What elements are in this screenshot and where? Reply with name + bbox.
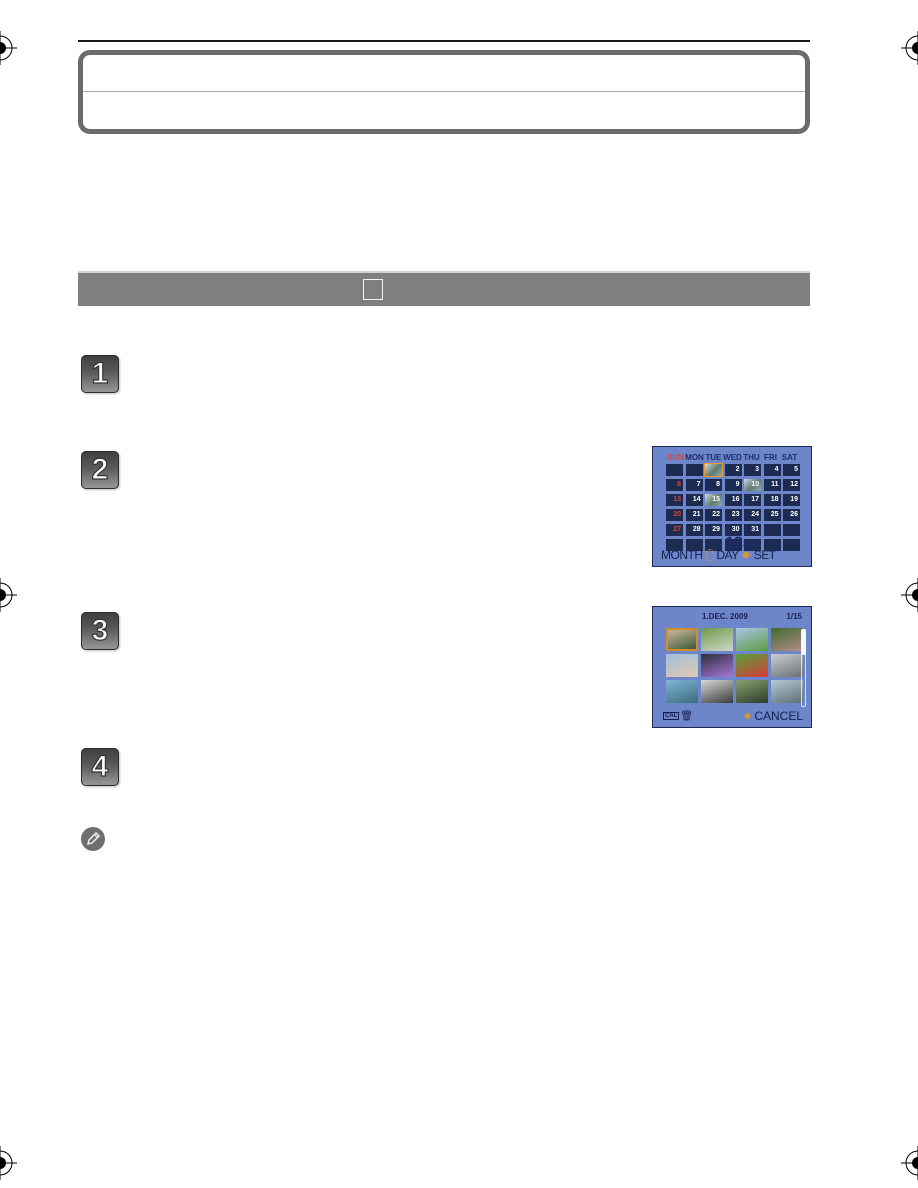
weekday-header: SUN MON TUE WED THU FRI SAT	[666, 453, 803, 462]
step-1-icon: 1	[81, 355, 119, 393]
calendar-day[interactable]: 8	[705, 479, 722, 491]
thumbnail-woman-hat[interactable]	[736, 680, 768, 703]
step-1-number: 1	[91, 357, 109, 390]
thumbnail-woman-portrait[interactable]	[666, 628, 698, 651]
calendar-day[interactable]: 2	[724, 464, 742, 476]
weekday-tue: TUE	[705, 453, 722, 462]
calendar-day[interactable]: 15	[705, 494, 722, 506]
set-label: SET	[753, 548, 776, 562]
step-3-icon: 3	[81, 612, 119, 650]
registration-mark-mid-left	[0, 578, 17, 612]
calendar-empty-cell	[763, 524, 781, 536]
calendar-empty-cell	[783, 524, 800, 536]
calendar-day[interactable]: 3	[744, 464, 761, 476]
calendar-empty-cell	[783, 539, 800, 551]
calendar-day[interactable]: 24	[744, 509, 761, 521]
calendar-day[interactable]: 20	[666, 509, 683, 521]
thumbnail-coast-walk[interactable]	[771, 680, 803, 703]
weekday-fri: FRI	[764, 453, 777, 462]
scrollbar[interactable]	[801, 629, 806, 707]
thumbnail-screen: 1.DEC. 2009 1/15 CAL 🗑 CANCEL	[652, 606, 812, 728]
set-button-icon	[739, 551, 752, 559]
thumbnail-lake-shore[interactable]	[771, 654, 803, 677]
calendar-day[interactable]: 4	[763, 464, 781, 476]
playback-mode-icon	[363, 279, 383, 300]
header-rule	[78, 40, 810, 42]
calendar-empty-cell	[685, 464, 703, 476]
thumbnail-date: 1.DEC. 2009	[702, 612, 748, 621]
calendar-day[interactable]: 18	[763, 494, 781, 506]
step-2-number: 2	[91, 453, 109, 486]
weekday-sat: SAT	[781, 453, 798, 462]
calendar-day[interactable]: 12	[783, 479, 800, 491]
weekday-wed: WED	[723, 453, 742, 462]
calendar-day[interactable]: 9	[724, 479, 742, 491]
calendar-footer: MONTH DAY SET	[661, 548, 776, 562]
calendar-day[interactable]: 19	[783, 494, 800, 506]
section-banner	[78, 271, 810, 306]
thumbnail-girl-garden[interactable]	[771, 628, 803, 651]
day-label: DAY	[716, 548, 740, 562]
calendar-day[interactable]: 23	[724, 509, 742, 521]
calendar-day[interactable]: 13	[666, 494, 683, 506]
calendar-day[interactable]: 16	[724, 494, 742, 506]
thumbnail-beach-people[interactable]	[666, 680, 698, 703]
calendar-day[interactable]: 26	[783, 509, 800, 521]
registration-mark-bottom-right	[901, 1146, 918, 1180]
registration-mark-top-left	[0, 31, 17, 65]
thumbnail-grid	[666, 628, 803, 703]
calendar-badge-icon: CAL	[663, 712, 680, 720]
calendar-day[interactable]	[704, 463, 723, 477]
thumbnail-purple-flower[interactable]	[701, 654, 733, 677]
registration-mark-mid-right	[901, 578, 918, 612]
step-3-number: 3	[91, 614, 109, 647]
title-box	[78, 50, 810, 134]
calendar-day[interactable]: 28	[685, 524, 703, 536]
cancel-label: CANCEL	[754, 709, 803, 723]
calendar-day[interactable]: 31	[744, 524, 761, 536]
month-label: MONTH	[661, 548, 703, 562]
calendar-day[interactable]: 22	[705, 509, 722, 521]
thumbnail-child-red-shirt[interactable]	[736, 654, 768, 677]
calendar-day[interactable]: 14	[685, 494, 703, 506]
step-2-icon: 2	[81, 451, 119, 489]
calendar-day[interactable]: 21	[685, 509, 703, 521]
calendar-day[interactable]: 25	[763, 509, 781, 521]
calendar-day[interactable]: 10	[744, 479, 761, 491]
weekday-mon: MON	[685, 453, 704, 462]
up-down-dial-icon	[705, 549, 714, 561]
weekday-sun: SUN	[667, 453, 684, 462]
calendar-day[interactable]: 5	[783, 464, 800, 476]
thumbnail-footer: CAL 🗑 CANCEL	[663, 709, 803, 723]
cancel-button-icon	[743, 711, 753, 721]
scrollbar-thumb[interactable]	[801, 629, 806, 655]
registration-mark-bottom-left	[0, 1146, 17, 1180]
weekday-thu: THU	[743, 453, 760, 462]
thumbnail-field-person[interactable]	[701, 628, 733, 651]
thumbnail-bicycle-street[interactable]	[701, 680, 733, 703]
calendar-day[interactable]: 29	[705, 524, 722, 536]
calendar-screen: SUN MON TUE WED THU FRI SAT 2 3 4 5 6 7 8 9 10 11…	[652, 446, 812, 567]
calendar-day[interactable]: 11	[763, 479, 781, 491]
page-counter: 1/15	[786, 612, 802, 621]
thumbnail-mother-child[interactable]	[666, 654, 698, 677]
pencil-note-icon	[81, 827, 105, 851]
title-divider	[83, 91, 805, 92]
trash-icon: 🗑	[680, 710, 694, 722]
step-4-icon: 4	[81, 748, 119, 786]
calendar-day[interactable]: 6	[666, 479, 683, 491]
thumbnail-park-trees[interactable]	[736, 628, 768, 651]
step-4-number: 4	[91, 750, 109, 783]
calendar-day[interactable]: 7	[685, 479, 703, 491]
calendar-year: 2009	[743, 539, 761, 548]
calendar-day[interactable]: 27	[666, 524, 683, 536]
registration-mark-top-right	[901, 31, 918, 65]
calendar-day[interactable]: 17	[744, 494, 761, 506]
calendar-empty-cell	[666, 464, 683, 476]
